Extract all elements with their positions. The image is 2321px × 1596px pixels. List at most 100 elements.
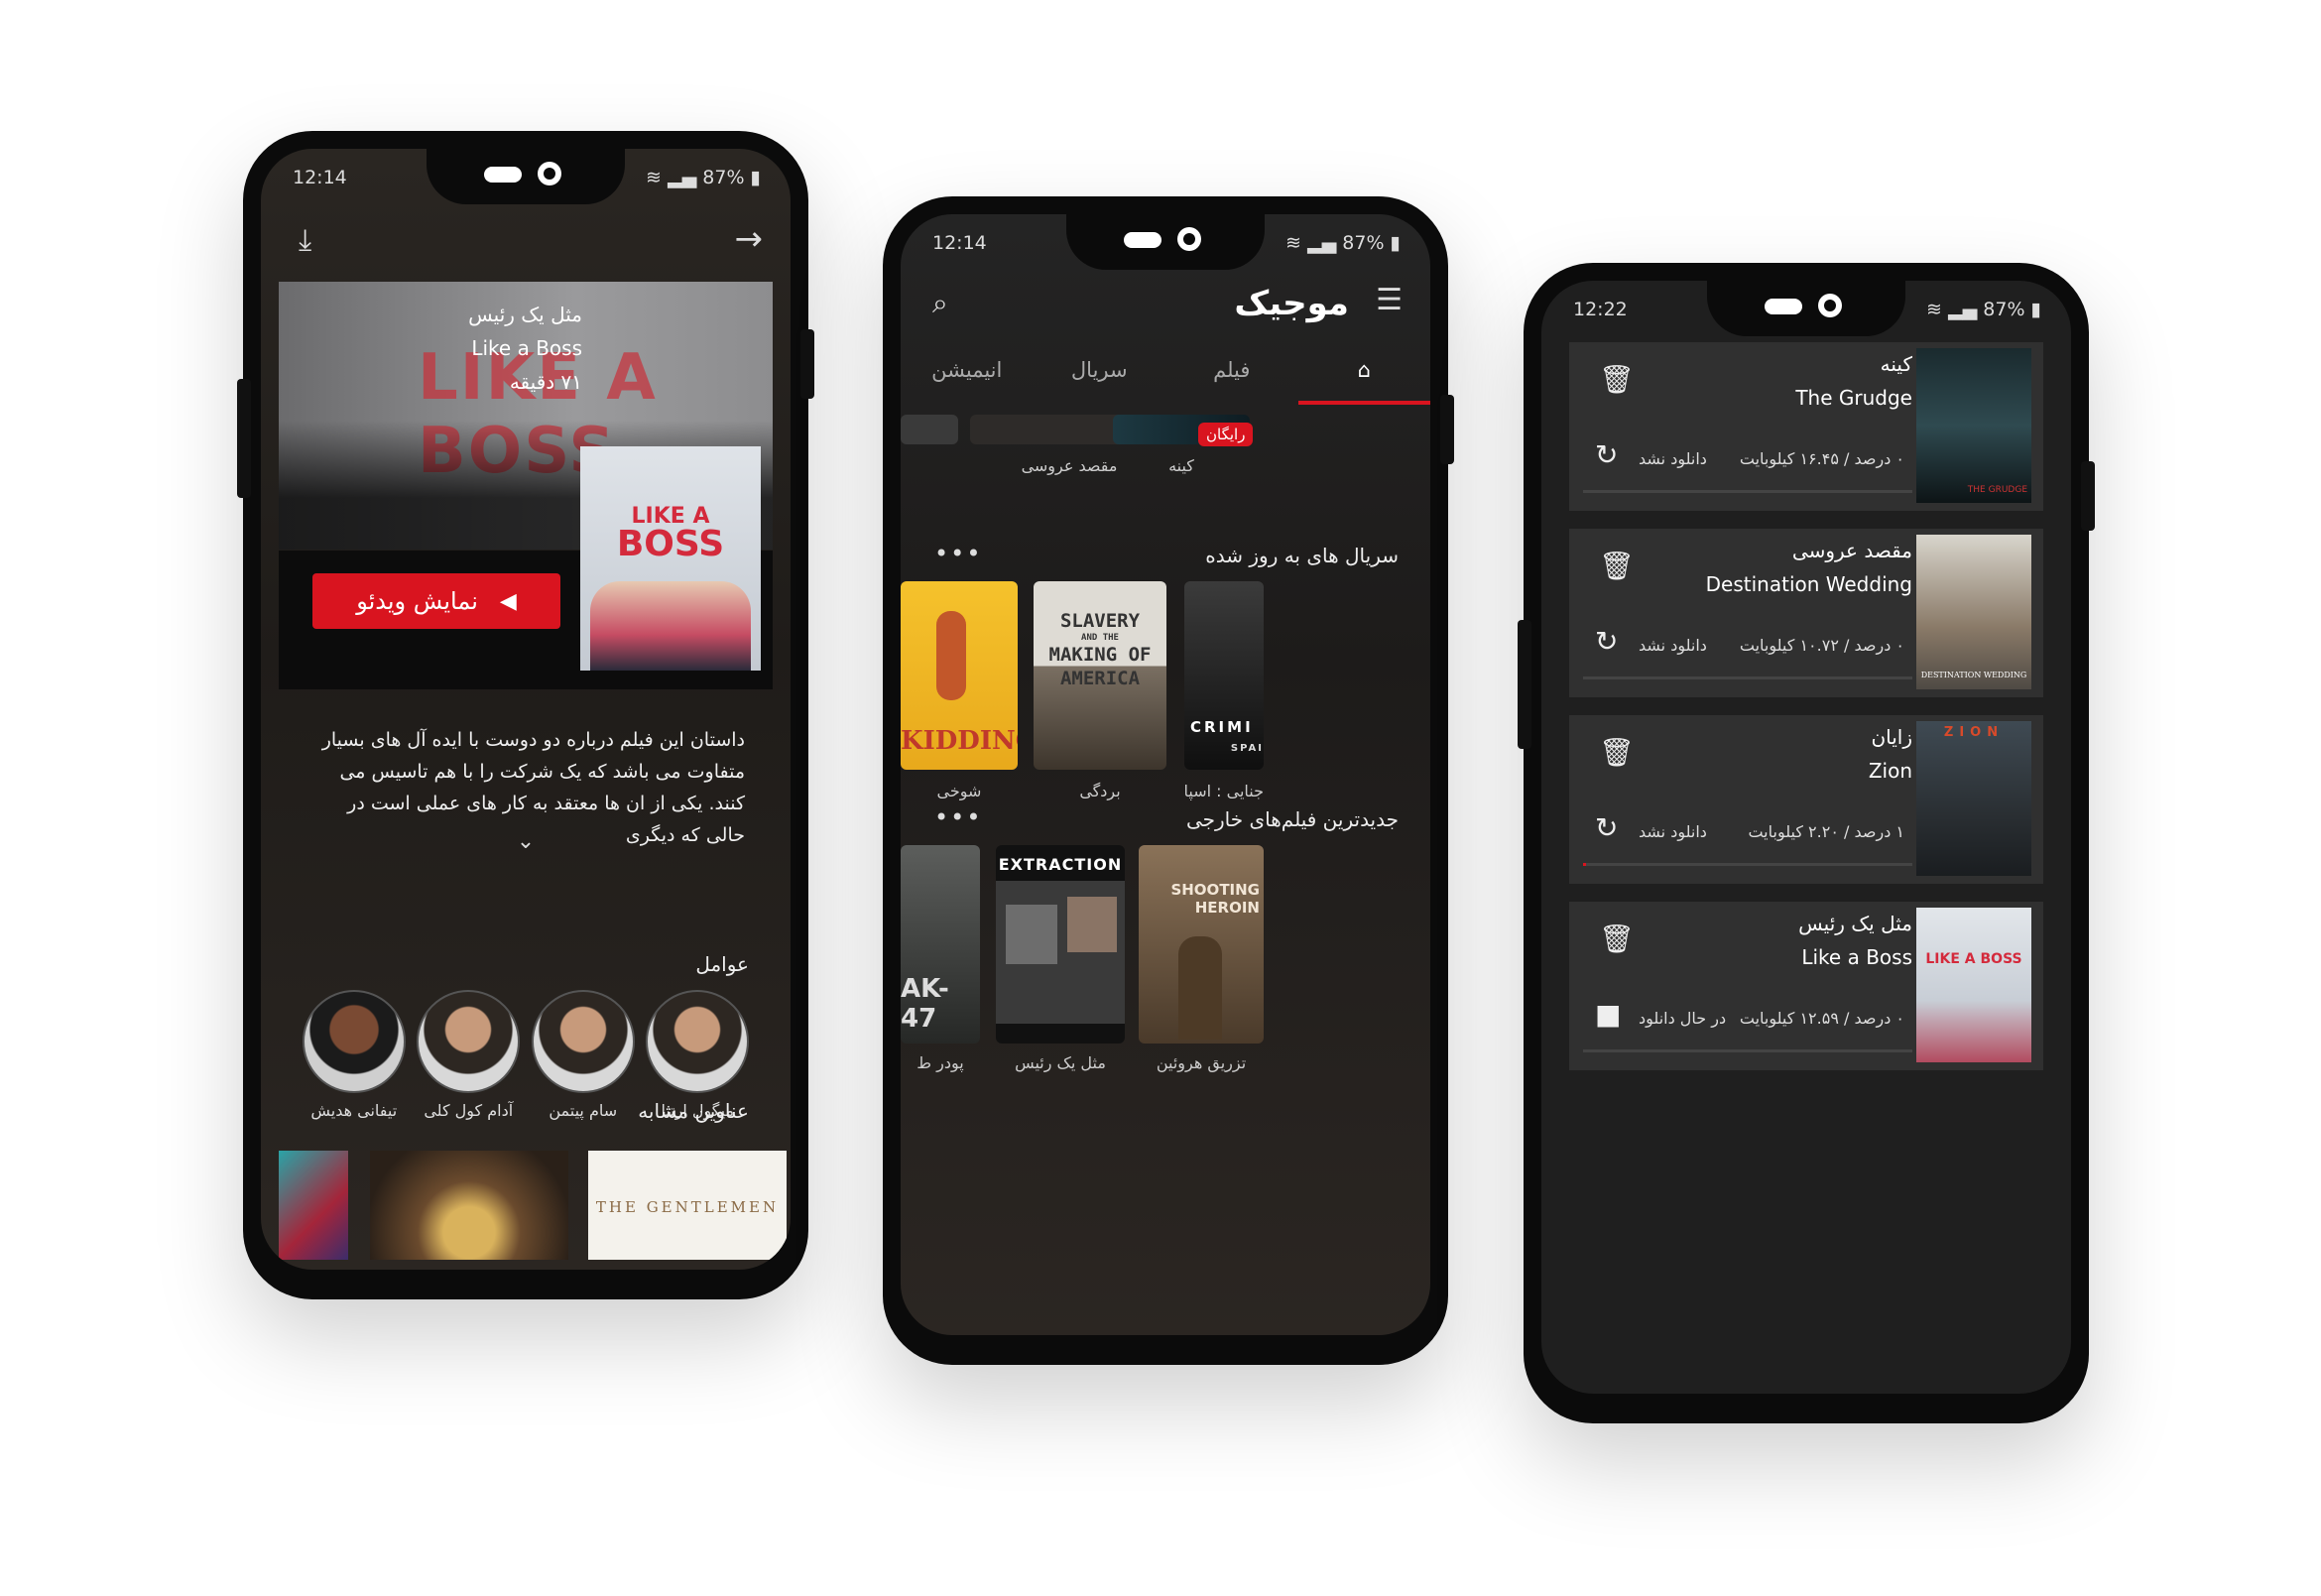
series-more-icon[interactable]: ••• [934, 540, 982, 567]
download-title-en: Like a Boss [1801, 945, 1912, 969]
cast-member[interactable]: آدام کول کلی [412, 990, 527, 1129]
movie-caption: مثل یک رئیس [1015, 1053, 1106, 1072]
similar-poster[interactable]: THE GENTLEMEN [588, 1151, 787, 1260]
retry-icon[interactable]: ↻ [1595, 628, 1618, 656]
download-cover: ZION [1916, 721, 2031, 876]
wifi-icon: ≋ ▂▄ [1285, 232, 1337, 254]
app-header: ⌕ موجیک ☰ [901, 274, 1430, 343]
download-icon[interactable]: ⤓ [299, 226, 311, 256]
download-cover: THE GRUDGE [1916, 348, 2031, 503]
series-caption: شوخی [936, 782, 982, 800]
phone-movie-details: 12:14 ≋ ▂▄ 87% ▮ ⤓ → LIKE A BOSS مثل یک … [237, 131, 814, 1299]
series-card[interactable]: SLAVERY AND THE MAKING OF AMERICA [1034, 581, 1166, 770]
status-battery: ≋ ▂▄ 87% ▮ [646, 167, 761, 188]
downloads-screen: 12:22 ≋ ▂▄ 87% ▮ 🗑 کینه The Grudge ↻ دان… [1541, 281, 2071, 1394]
status-time: 12:14 [932, 232, 987, 254]
status-time: 12:22 [1573, 299, 1628, 320]
download-size: ۱ درصد / ۲.۲۰ کیلوبایت [1748, 822, 1904, 841]
retry-icon[interactable]: ↻ [1595, 814, 1618, 842]
download-item[interactable]: 🗑 مثل یک رئیس Like a Boss ■ در حال دانلو… [1569, 902, 2043, 1070]
main-tabs: ⌂ فیلم سریال انیمیشن [901, 341, 1430, 405]
download-title-fa: مثل یک رئیس [1798, 912, 1912, 935]
trash-icon[interactable]: 🗑 [1599, 552, 1635, 580]
notch [1066, 214, 1265, 270]
tab-animation[interactable]: انیمیشن [901, 341, 1034, 405]
download-title-en: The Grudge [1795, 386, 1912, 410]
avatar [302, 990, 406, 1093]
top-caption: کینه [1168, 456, 1194, 475]
details-screen: 12:14 ≋ ▂▄ 87% ▮ ⤓ → LIKE A BOSS مثل یک … [261, 149, 791, 1270]
notch [427, 149, 625, 204]
play-video-button[interactable]: ◀ نمایش ویدئو [312, 573, 560, 629]
download-title-en: Zion [1868, 759, 1912, 783]
movie-caption: تزریق هروئین [1156, 1053, 1247, 1072]
top-row: رایگان مقصد عروسی کینه [901, 415, 1430, 494]
search-icon[interactable]: ⌕ [932, 290, 948, 317]
movie-card[interactable]: AK-47 [901, 845, 980, 1044]
home-icon: ⌂ [1357, 358, 1371, 382]
similar-row: THE GENTLEMEN [279, 1151, 787, 1260]
hero-info: مثل یک رئیس Like a Boss ۷۱ دقیقه [468, 298, 582, 399]
download-title-en: Destination Wedding [1705, 572, 1912, 596]
series-card[interactable]: KIDDING [901, 581, 1018, 770]
progress-bar [1583, 1049, 1912, 1052]
menu-icon[interactable]: ☰ [1376, 286, 1403, 315]
status-battery: ≋ ▂▄ 87% ▮ [1926, 299, 2041, 320]
series-row-title: سریال های به روز شده [1205, 544, 1399, 567]
download-item[interactable]: 🗑 مقصد عروسی Destination Wedding ↻ دانلو… [1569, 529, 2043, 697]
expand-chevron-icon[interactable]: ⌄ [261, 829, 791, 854]
progress-bar [1583, 490, 1912, 493]
download-title-fa: مقصد عروسی [1791, 539, 1912, 562]
status-time: 12:14 [293, 167, 347, 188]
movie-title-fa: مثل یک رئیس [468, 303, 582, 326]
download-cover: LIKE A BOSS [1916, 908, 2031, 1062]
progress-bar [1583, 863, 1912, 866]
download-status: دانلود نشد [1639, 822, 1707, 841]
tab-series[interactable]: سریال [1034, 341, 1166, 405]
phone-home: 12:14 ≋ ▂▄ 87% ▮ ⌕ موجیک ☰ ⌂ فیلم سریال … [883, 196, 1454, 1365]
avatar [531, 990, 635, 1093]
download-item[interactable]: 🗑 زایان Zion ↻ دانلود نشد ۱ درصد / ۲.۲۰ … [1569, 715, 2043, 884]
stop-icon[interactable]: ■ [1595, 1001, 1621, 1029]
top-thumb[interactable] [901, 415, 958, 444]
tab-home[interactable]: ⌂ [1297, 341, 1431, 405]
similar-poster[interactable] [279, 1151, 348, 1260]
app-logo: موجیک [1234, 284, 1349, 323]
back-arrow-icon[interactable]: → [735, 222, 764, 256]
trash-icon[interactable]: 🗑 [1599, 739, 1635, 767]
cast-title: عوامل [695, 952, 749, 976]
retry-icon[interactable]: ↻ [1595, 441, 1618, 469]
movie-title-en: Like a Boss [471, 336, 582, 360]
wifi-icon: ≋ ▂▄ [646, 167, 697, 188]
tab-movies[interactable]: فیلم [1165, 341, 1298, 405]
details-toolbar: ⤓ → [261, 208, 791, 278]
cast-member[interactable]: سام پیتمن [526, 990, 641, 1129]
series-card[interactable]: CRIMI SPAI [1184, 581, 1264, 770]
download-cover: DESTINATION WEDDING [1916, 535, 2031, 689]
wifi-icon: ≋ ▂▄ [1926, 299, 1978, 320]
download-status: در حال دانلود [1639, 1009, 1727, 1028]
foreign-row-title: جدیدترین فیلم‌های خارجی [1185, 807, 1399, 831]
trash-icon[interactable]: 🗑 [1599, 366, 1635, 394]
home-screen: 12:14 ≋ ▂▄ 87% ▮ ⌕ موجیک ☰ ⌂ فیلم سریال … [901, 214, 1430, 1335]
movie-duration: ۷۱ دقیقه [509, 370, 582, 394]
similar-title: عناوین مشابه [638, 1099, 749, 1123]
free-badge: رایگان [1198, 423, 1254, 446]
avatar [646, 990, 750, 1093]
movie-card[interactable]: SHOOTING HEROIN [1139, 845, 1264, 1044]
download-size: ۰ درصد / ۱۰.۷۲ کیلوبایت [1739, 636, 1904, 655]
download-status: دانلود نشد [1639, 449, 1707, 468]
cast-member[interactable]: تیفانی هدیش [297, 990, 412, 1129]
play-icon: ◀ [499, 588, 517, 614]
avatar [417, 990, 521, 1093]
movie-poster: LIKE A BOSS [580, 446, 761, 671]
trash-icon[interactable]: 🗑 [1599, 925, 1635, 953]
similar-poster[interactable] [370, 1151, 568, 1260]
movie-card[interactable]: EXTRACTION [996, 845, 1125, 1044]
foreign-more-icon[interactable]: ••• [934, 803, 982, 831]
download-title-fa: زایان [1871, 725, 1912, 749]
phone-downloads: 12:22 ≋ ▂▄ 87% ▮ 🗑 کینه The Grudge ↻ دان… [1518, 263, 2095, 1423]
status-battery: ≋ ▂▄ 87% ▮ [1285, 232, 1401, 254]
download-item[interactable]: 🗑 کینه The Grudge ↻ دانلود نشد ۰ درصد / … [1569, 342, 2043, 511]
download-title-fa: کینه [1880, 352, 1912, 376]
